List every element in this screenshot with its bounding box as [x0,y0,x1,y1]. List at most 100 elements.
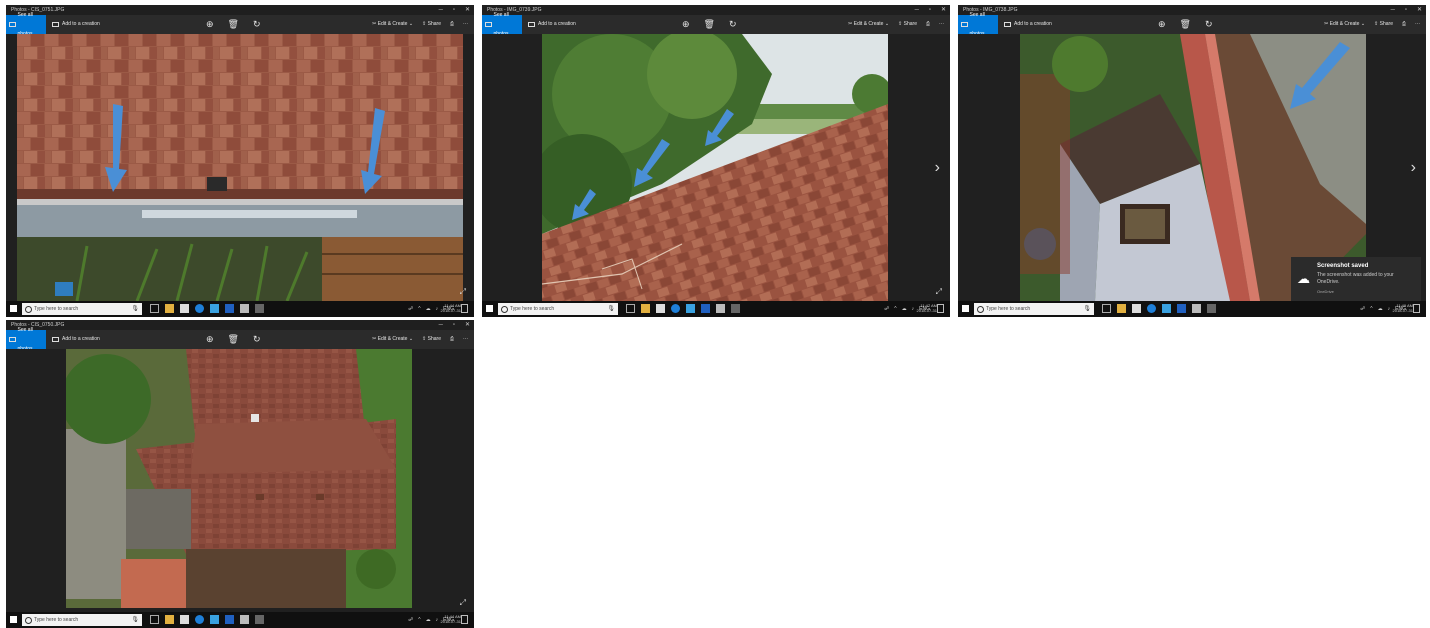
photos-app-icon[interactable] [731,304,740,313]
task-view-icon[interactable] [626,304,635,313]
file-explorer-icon[interactable] [165,304,174,313]
minimize-icon[interactable]: ─ [439,5,443,15]
minimize-icon[interactable]: ─ [439,320,443,330]
tray-chevron-icon[interactable]: ^ [418,617,420,623]
edge-icon[interactable] [195,304,204,313]
clock[interactable]: 11:47 AM 2018-07-31 [917,303,937,313]
share-button[interactable]: ⇪ Share [422,330,441,349]
close-icon[interactable]: ✕ [465,5,470,15]
see-all-photos-button[interactable]: See all photos [482,12,522,37]
outlook-icon[interactable] [701,304,710,313]
share-button[interactable]: ⇪ Share [422,15,441,34]
see-all-photos-button[interactable]: See all photos [958,12,998,37]
fullscreen-icon[interactable]: ⤢ [460,598,466,608]
volume-icon[interactable]: ♪ [912,306,915,312]
print-icon[interactable]: ⎙ [450,330,454,349]
people-icon[interactable]: ☍ [408,306,413,312]
delete-icon[interactable]: 🗑 [228,330,239,349]
file-explorer-icon[interactable] [165,615,174,624]
windows-start-icon[interactable] [486,305,493,312]
app-icon[interactable] [210,615,219,624]
mail-icon[interactable] [240,615,249,624]
next-photo-icon[interactable]: › [935,159,940,177]
screenshot-toast[interactable]: ☁ Screenshot saved The screenshot was ad… [1291,257,1421,301]
file-explorer-icon[interactable] [641,304,650,313]
edit-create-button[interactable]: ✂ Edit & Create ⌄ [848,15,889,34]
task-view-icon[interactable] [150,304,159,313]
share-button[interactable]: ⇪ Share [898,15,917,34]
edge-icon[interactable] [1147,304,1156,313]
more-icon[interactable]: ··· [463,15,468,34]
edge-icon[interactable] [195,615,204,624]
outlook-icon[interactable] [225,615,234,624]
onedrive-icon[interactable]: ☁ [902,306,907,312]
next-photo-icon[interactable]: › [1411,159,1416,177]
onedrive-icon[interactable]: ☁ [1378,306,1383,312]
action-center-icon[interactable] [461,615,468,624]
mail-icon[interactable] [240,304,249,313]
rotate-icon[interactable]: ↻ [253,15,261,34]
onedrive-icon[interactable]: ☁ [426,306,431,312]
fullscreen-icon[interactable]: ⤢ [460,287,466,297]
mic-icon[interactable]: 🎙 [1083,303,1091,315]
store-icon[interactable] [180,615,189,624]
rotate-icon[interactable]: ↻ [253,330,261,349]
see-all-photos-button[interactable]: See all photos [6,327,46,352]
taskbar-search[interactable]: Type here to search 🎙 [498,303,618,315]
mic-icon[interactable]: 🎙 [607,303,615,315]
print-icon[interactable]: ⎙ [926,15,930,34]
action-center-icon[interactable] [461,304,468,313]
clock[interactable]: 11:44 AM 2018-07-31 [441,614,461,624]
taskbar-search[interactable]: Type here to search 🎙 [22,614,142,626]
zoom-icon[interactable]: ⊕ [206,330,214,349]
store-icon[interactable] [1132,304,1141,313]
rotate-icon[interactable]: ↻ [1205,15,1213,34]
maximize-icon[interactable]: ▫ [453,5,455,15]
store-icon[interactable] [180,304,189,313]
photos-app-icon[interactable] [255,304,264,313]
people-icon[interactable]: ☍ [884,306,889,312]
share-button[interactable]: ⇪ Share [1374,15,1393,34]
tray-chevron-icon[interactable]: ^ [894,306,896,312]
close-icon[interactable]: ✕ [1417,5,1422,15]
onedrive-icon[interactable]: ☁ [426,617,431,623]
mail-icon[interactable] [716,304,725,313]
more-icon[interactable]: ··· [939,15,944,34]
store-icon[interactable] [656,304,665,313]
add-to-creation-button[interactable]: Add to a creation [1004,15,1052,34]
action-center-icon[interactable] [937,304,944,313]
tray-chevron-icon[interactable]: ^ [418,306,420,312]
windows-start-icon[interactable] [10,616,17,623]
add-to-creation-button[interactable]: Add to a creation [528,15,576,34]
taskbar-search[interactable]: Type here to search 🎙 [974,303,1094,315]
app-icon[interactable] [686,304,695,313]
print-icon[interactable]: ⎙ [1402,15,1406,34]
outlook-icon[interactable] [1177,304,1186,313]
fullscreen-icon[interactable]: ⤢ [936,287,942,297]
mic-icon[interactable]: 🎙 [131,614,139,626]
windows-start-icon[interactable] [962,305,969,312]
photos-app-icon[interactable] [255,615,264,624]
rotate-icon[interactable]: ↻ [729,15,737,34]
see-all-photos-button[interactable]: See all photos [6,12,46,37]
close-icon[interactable]: ✕ [941,5,946,15]
add-to-creation-button[interactable]: Add to a creation [52,330,100,349]
maximize-icon[interactable]: ▫ [1405,5,1407,15]
clock[interactable]: 11:44 AM 2018-07-31 [441,303,461,313]
more-icon[interactable]: ··· [1415,15,1420,34]
minimize-icon[interactable]: ─ [1391,5,1395,15]
minimize-icon[interactable]: ─ [915,5,919,15]
close-icon[interactable]: ✕ [465,320,470,330]
edit-create-button[interactable]: ✂ Edit & Create ⌄ [372,15,413,34]
action-center-icon[interactable] [1413,304,1420,313]
zoom-icon[interactable]: ⊕ [1158,15,1166,34]
print-icon[interactable]: ⎙ [450,15,454,34]
zoom-icon[interactable]: ⊕ [206,15,214,34]
tray-chevron-icon[interactable]: ^ [1370,306,1372,312]
app-icon[interactable] [210,304,219,313]
delete-icon[interactable]: 🗑 [704,15,715,34]
taskbar-search[interactable]: Type here to search 🎙 [22,303,142,315]
photos-app-icon[interactable] [1207,304,1216,313]
edit-create-button[interactable]: ✂ Edit & Create ⌄ [372,330,413,349]
people-icon[interactable]: ☍ [408,617,413,623]
